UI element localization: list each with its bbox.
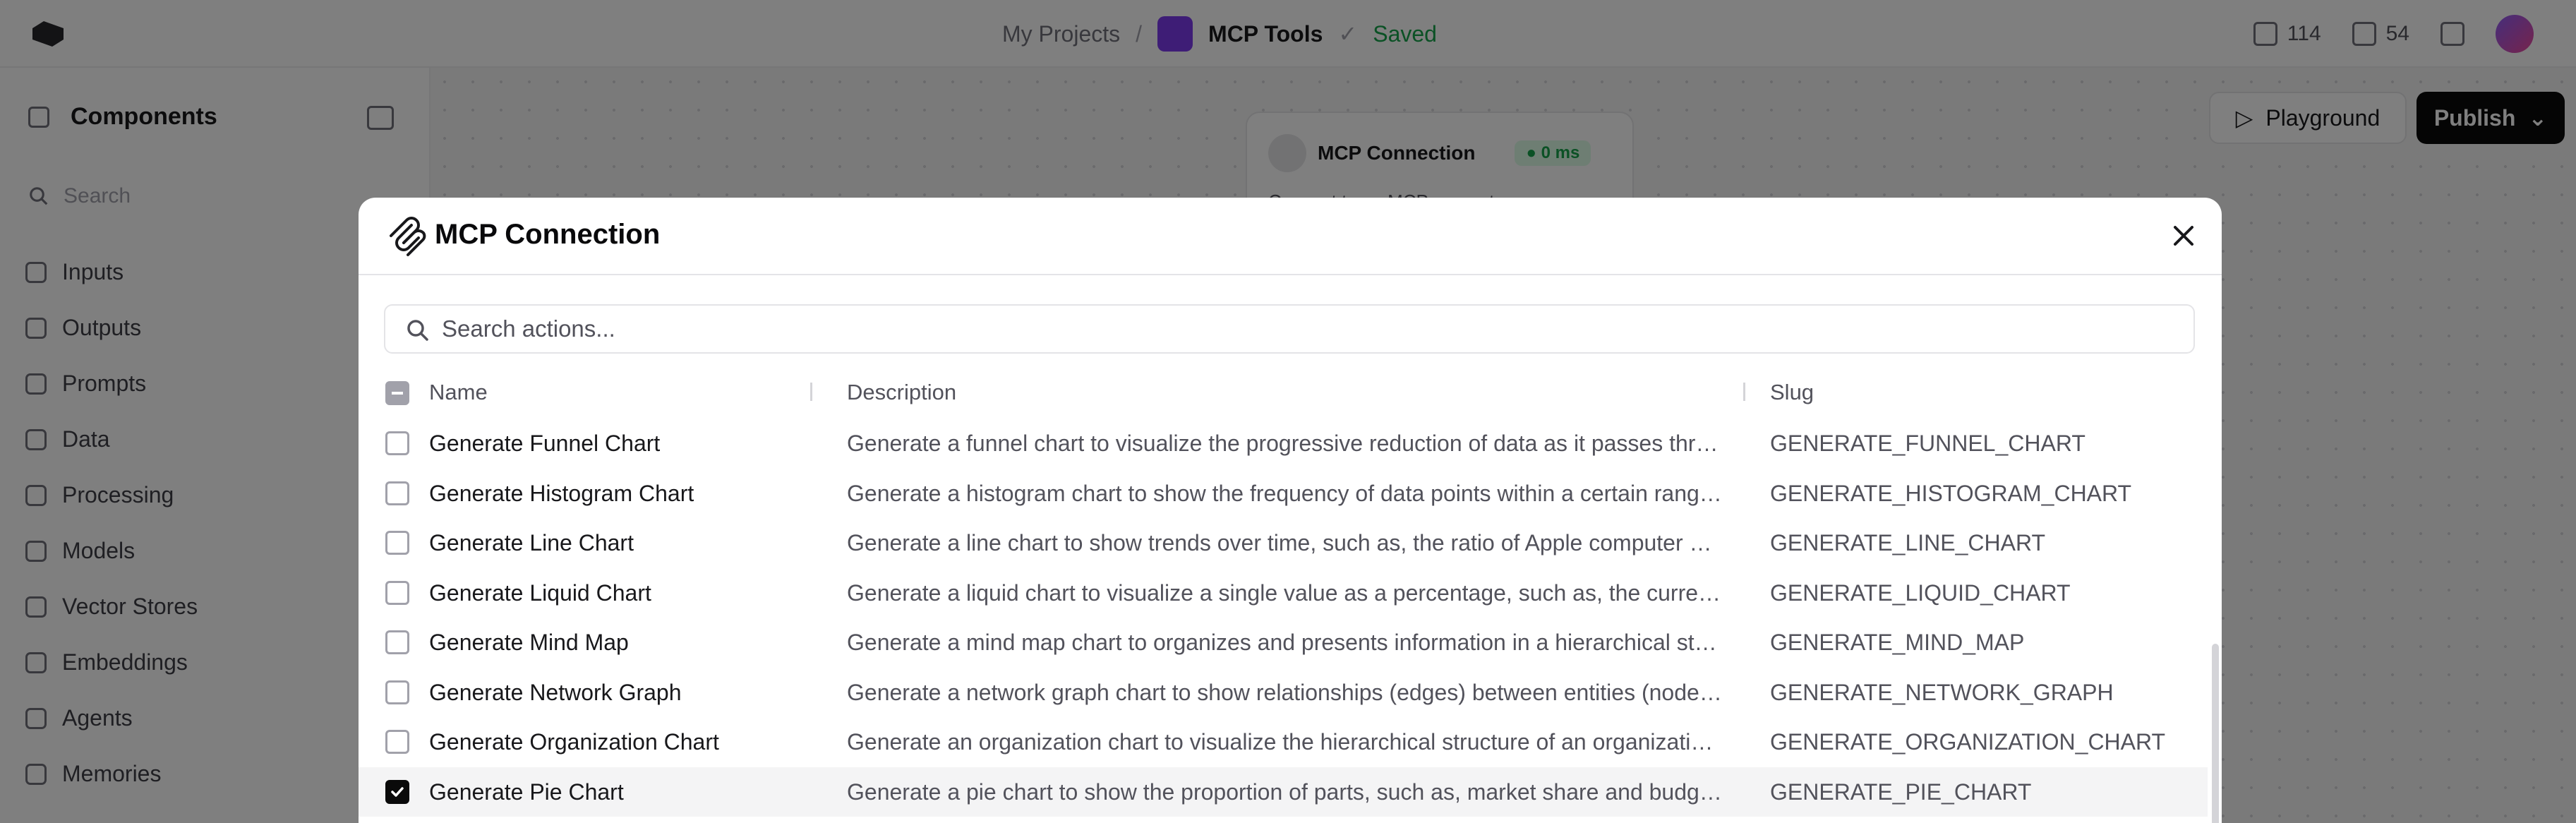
row-checkbox[interactable]: [385, 779, 409, 804]
column-header-slug[interactable]: Slug: [1770, 380, 1814, 405]
dialog-title: MCP Connection: [435, 219, 661, 250]
table-scrollbar-thumb[interactable]: [2212, 644, 2219, 823]
row-description: Generate a mind map chart to organizes a…: [847, 630, 1722, 655]
table-row[interactable]: Generate Mind Map Generate a mind map ch…: [359, 618, 2208, 668]
row-slug: GENERATE_ORGANIZATION_CHART: [1770, 729, 2166, 755]
dialog-header: MCP Connection: [359, 198, 2222, 275]
row-checkbox[interactable]: [385, 580, 409, 605]
row-checkbox[interactable]: [385, 630, 409, 654]
row-name: Generate Organization Chart: [429, 729, 719, 755]
table-row[interactable]: Generate Funnel Chart Generate a funnel …: [359, 419, 2208, 469]
row-name: Generate Mind Map: [429, 630, 629, 655]
checkmark-icon: [391, 786, 404, 797]
table-header: Name Description Slug: [359, 367, 2208, 419]
row-name: Generate Line Chart: [429, 530, 634, 555]
row-slug: GENERATE_HISTOGRAM_CHART: [1770, 480, 2132, 506]
row-description: Generate a funnel chart to visualize the…: [847, 431, 1722, 456]
table-row[interactable]: Generate Histogram Chart Generate a hist…: [359, 469, 2208, 519]
row-checkbox[interactable]: [385, 431, 409, 455]
table-row[interactable]: Generate Liquid Chart Generate a liquid …: [359, 568, 2208, 618]
row-description: Generate a pie chart to show the proport…: [847, 779, 1722, 805]
row-slug: GENERATE_NETWORK_GRAPH: [1770, 679, 2114, 705]
row-description: Generate a histogram chart to show the f…: [847, 480, 1722, 506]
row-checkbox[interactable]: [385, 730, 409, 754]
row-slug: GENERATE_LIQUID_CHART: [1770, 579, 2071, 606]
mcp-connection-dialog: MCP Connection Name Description Slug Gen…: [359, 198, 2222, 823]
column-resize-handle[interactable]: [810, 383, 812, 401]
row-description: Generate an organization chart to visual…: [847, 729, 1722, 755]
column-resize-handle[interactable]: [1743, 383, 1745, 401]
row-description: Generate a line chart to show trends ove…: [847, 530, 1722, 555]
action-search-input[interactable]: [442, 311, 2178, 347]
table-body: Generate Funnel Chart Generate a funnel …: [359, 419, 2208, 817]
row-checkbox[interactable]: [385, 481, 409, 505]
row-name: Generate Network Graph: [429, 679, 682, 705]
row-name: Generate Histogram Chart: [429, 480, 694, 506]
row-checkbox[interactable]: [385, 531, 409, 555]
row-slug: GENERATE_MIND_MAP: [1770, 630, 2025, 655]
table-row[interactable]: Generate Network Graph Generate a networ…: [359, 668, 2208, 718]
table-row[interactable]: Generate Line Chart Generate a line char…: [359, 518, 2208, 568]
search-icon: [407, 320, 428, 341]
row-slug: GENERATE_FUNNEL_CHART: [1770, 431, 2086, 456]
mcp-icon: [390, 217, 426, 256]
action-search: [384, 304, 2195, 354]
row-name: Generate Funnel Chart: [429, 431, 661, 456]
row-slug: GENERATE_LINE_CHART: [1770, 530, 2046, 555]
row-checkbox[interactable]: [385, 680, 409, 704]
column-header-name[interactable]: Name: [429, 380, 488, 405]
table-row[interactable]: Generate Pie Chart Generate a pie chart …: [359, 767, 2208, 817]
row-name: Generate Pie Chart: [429, 779, 624, 805]
row-name: Generate Liquid Chart: [429, 579, 651, 606]
row-slug: GENERATE_PIE_CHART: [1770, 779, 2032, 805]
select-all-checkbox[interactable]: [385, 381, 409, 405]
close-icon[interactable]: [2169, 222, 2198, 250]
row-description: Generate a network graph chart to show r…: [847, 679, 1722, 705]
table-row[interactable]: Generate Organization Chart Generate an …: [359, 717, 2208, 767]
row-description: Generate a liquid chart to visualize a s…: [847, 579, 1722, 606]
column-header-description[interactable]: Description: [847, 380, 956, 405]
